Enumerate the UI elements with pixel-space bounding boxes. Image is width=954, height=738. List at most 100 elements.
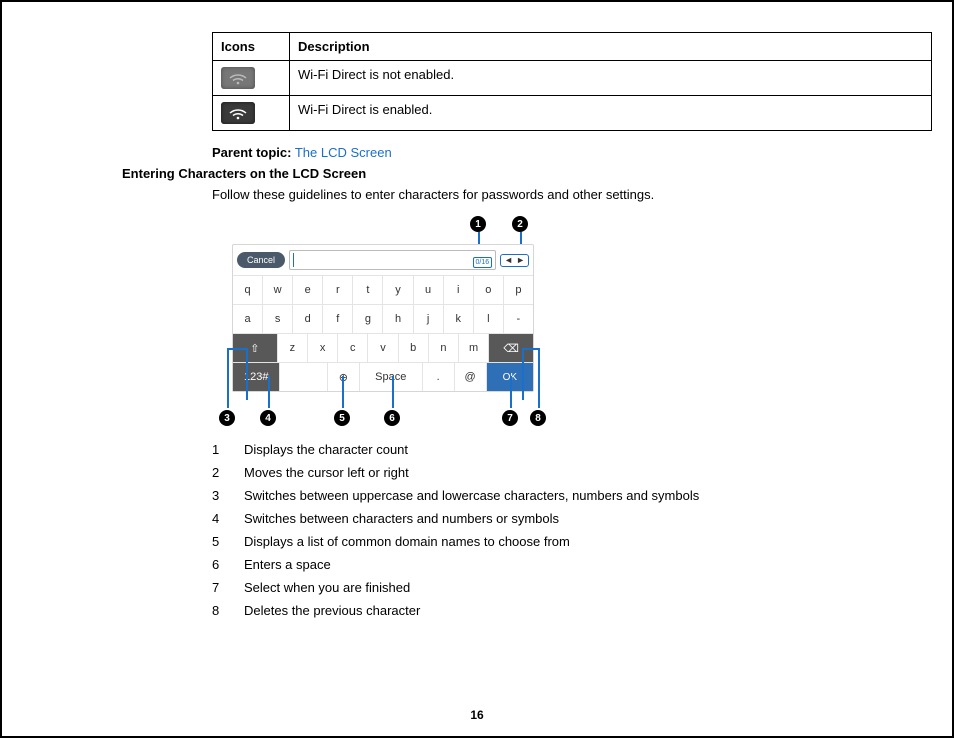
legend-number: 3 — [212, 488, 226, 503]
key-letter[interactable]: l — [474, 305, 504, 334]
text-caret — [293, 253, 294, 267]
legend-text: Switches between uppercase and lowercase… — [244, 488, 699, 503]
key-letter[interactable]: o — [474, 276, 504, 305]
key-letter[interactable]: j — [414, 305, 444, 334]
key-letter[interactable]: x — [308, 334, 338, 363]
backspace-icon: ⌫ — [503, 342, 519, 355]
table-row: Wi-Fi Direct is not enabled. — [213, 61, 932, 96]
key-letter[interactable]: - — [504, 305, 533, 334]
key-letter[interactable]: w — [263, 276, 293, 305]
callout-6: 6 — [384, 410, 400, 426]
legend-item: 6 Enters a space — [212, 557, 902, 572]
key-letter[interactable]: p — [504, 276, 533, 305]
legend-text: Enters a space — [244, 557, 331, 572]
legend-item: 8 Deletes the previous character — [212, 603, 902, 618]
key-letter[interactable]: u — [414, 276, 444, 305]
key-letter[interactable]: m — [459, 334, 489, 363]
keyboard-top-bar: Cancel 0/16 ◄ ► — [233, 245, 533, 276]
icon-cell — [213, 61, 290, 96]
key-letter[interactable]: h — [383, 305, 413, 334]
text-input[interactable]: 0/16 — [289, 250, 496, 270]
callout-line — [522, 348, 538, 350]
legend-number: 6 — [212, 557, 226, 572]
legend-text: Switches between characters and numbers … — [244, 511, 559, 526]
legend-text: Select when you are finished — [244, 580, 410, 595]
keyboard-figure: 1 2 Cancel 0/16 ◄ ► q w — [222, 216, 542, 426]
legend-text: Displays a list of common domain names t… — [244, 534, 570, 549]
key-letter[interactable]: y — [383, 276, 413, 305]
callout-2: 2 — [512, 216, 528, 232]
page-number: 16 — [2, 708, 952, 722]
table-header-row: Icons Description — [213, 33, 932, 61]
legend-item: 4 Switches between characters and numbers… — [212, 511, 902, 526]
legend-item: 5 Displays a list of common domain names … — [212, 534, 902, 549]
description-cell: Wi-Fi Direct is enabled. — [290, 96, 932, 131]
key-letter[interactable]: b — [399, 334, 429, 363]
shift-icon: ⇧ — [250, 342, 259, 355]
intro-paragraph: Follow these guidelines to enter charact… — [212, 187, 902, 202]
callout-3: 3 — [219, 410, 235, 426]
callout-8: 8 — [530, 410, 546, 426]
keyboard-row: a s d f g h j k l - — [233, 305, 533, 334]
cursor-left-icon[interactable]: ◄ — [504, 256, 513, 265]
key-letter[interactable]: q — [233, 276, 263, 305]
key-letter[interactable]: e — [293, 276, 323, 305]
key-letter[interactable]: g — [353, 305, 383, 334]
callout-5: 5 — [334, 410, 350, 426]
keyboard-row: 123# ⊕ Space . @ OK — [233, 363, 533, 391]
key-letter[interactable]: a — [233, 305, 263, 334]
period-key[interactable]: . — [423, 363, 455, 391]
keyboard-rows: q w e r t y u i o p a s d f g h — [233, 276, 533, 391]
legend-number: 1 — [212, 442, 226, 457]
cancel-button[interactable]: Cancel — [237, 252, 285, 268]
blank-key[interactable] — [280, 363, 327, 391]
callout-row-bottom: 3 4 5 6 7 8 — [222, 392, 542, 426]
callout-4: 4 — [260, 410, 276, 426]
legend-number: 4 — [212, 511, 226, 526]
key-letter[interactable]: k — [444, 305, 474, 334]
section-heading: Entering Characters on the LCD Screen — [122, 166, 902, 181]
parent-topic-link[interactable]: The LCD Screen — [295, 145, 392, 160]
icon-cell — [213, 96, 290, 131]
key-letter[interactable]: d — [293, 305, 323, 334]
character-count: 0/16 — [473, 257, 493, 268]
callout-1: 1 — [470, 216, 486, 232]
wifi-direct-enabled-icon — [221, 102, 255, 124]
legend-item: 1Displays the character count — [212, 442, 902, 457]
legend-number: 5 — [212, 534, 226, 549]
legend-text: Moves the cursor left or right — [244, 465, 409, 480]
mode-switch-key[interactable]: 123# — [233, 363, 280, 391]
wifi-direct-disabled-icon — [221, 67, 255, 89]
table-row: Wi-Fi Direct is enabled. — [213, 96, 932, 131]
key-letter[interactable]: z — [278, 334, 308, 363]
description-cell: Wi-Fi Direct is not enabled. — [290, 61, 932, 96]
callout-row-top: 1 2 — [222, 216, 542, 244]
parent-topic: Parent topic: The LCD Screen — [212, 145, 902, 160]
callout-line — [227, 348, 246, 350]
cursor-arrows: ◄ ► — [500, 254, 529, 267]
domain-key[interactable]: ⊕ — [328, 363, 360, 391]
icon-description-table: Icons Description Wi-Fi Direct is not en… — [212, 32, 932, 131]
key-letter[interactable]: v — [368, 334, 398, 363]
legend-item: 2 Moves the cursor left or right — [212, 465, 902, 480]
legend-number: 7 — [212, 580, 226, 595]
key-letter[interactable]: i — [444, 276, 474, 305]
cursor-right-icon[interactable]: ► — [516, 256, 525, 265]
legend-number: 8 — [212, 603, 226, 618]
key-letter[interactable]: s — [263, 305, 293, 334]
key-letter[interactable]: n — [429, 334, 459, 363]
legend-text: Deletes the previous character — [244, 603, 420, 618]
legend-list: 1Displays the character count 2 Moves the… — [212, 442, 902, 618]
keyboard-row: ⇧ z x c v b n m ⌫ — [233, 334, 533, 363]
key-letter[interactable]: t — [353, 276, 383, 305]
header-icons: Icons — [213, 33, 290, 61]
key-letter[interactable]: c — [338, 334, 368, 363]
onscreen-keyboard: Cancel 0/16 ◄ ► q w e r t y u — [232, 244, 534, 392]
legend-number: 2 — [212, 465, 226, 480]
at-key[interactable]: @ — [455, 363, 487, 391]
callout-7: 7 — [502, 410, 518, 426]
page: Icons Description Wi-Fi Direct is not en… — [0, 0, 954, 738]
key-letter[interactable]: f — [323, 305, 353, 334]
legend-item: 7 Select when you are finished — [212, 580, 902, 595]
key-letter[interactable]: r — [323, 276, 353, 305]
